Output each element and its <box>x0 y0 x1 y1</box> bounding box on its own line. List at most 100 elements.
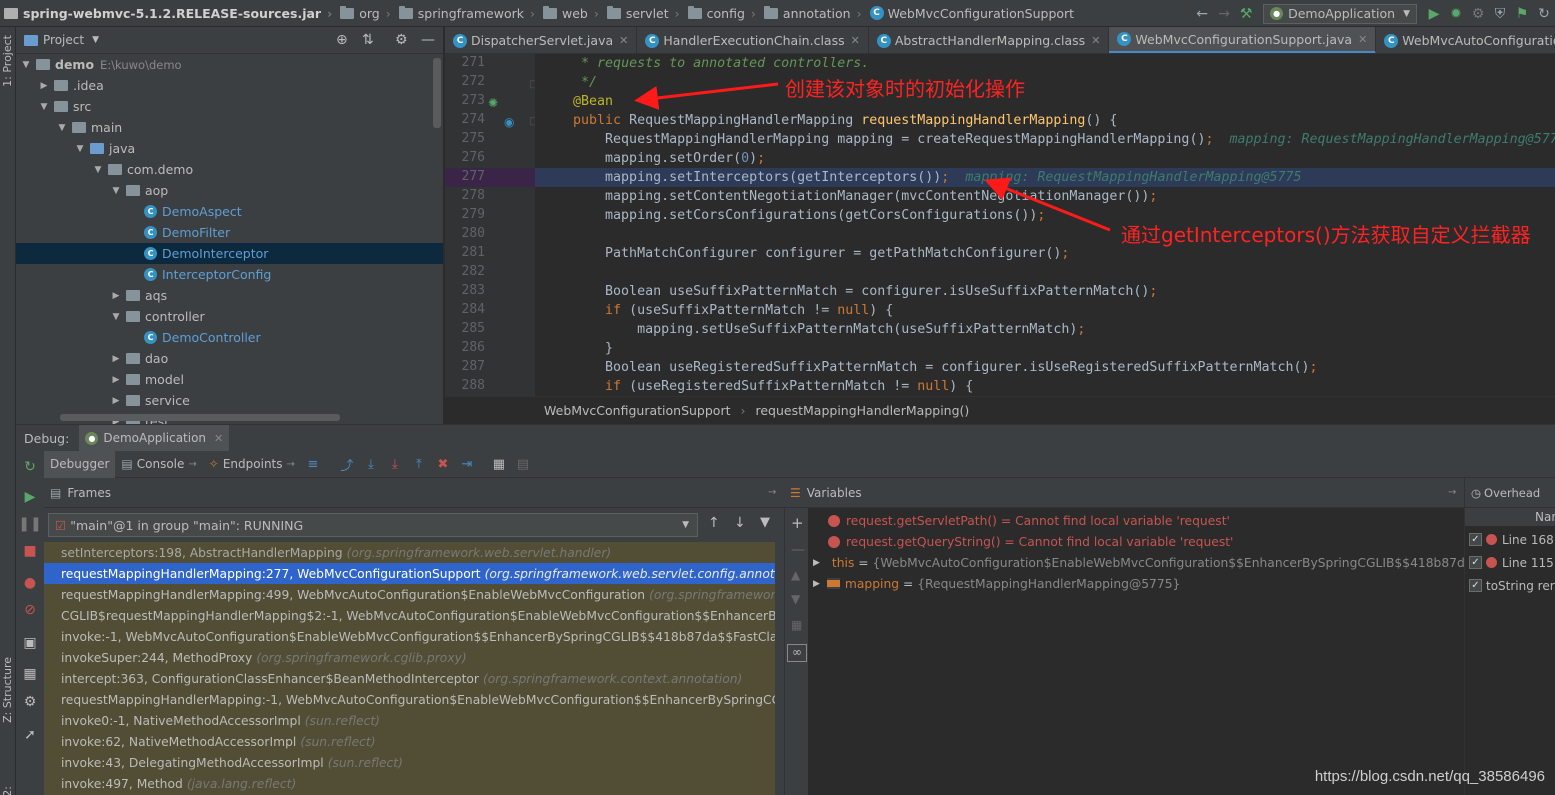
thread-select[interactable]: ☑ "main"@1 in group "main": RUNNING ▼ <box>48 513 698 537</box>
variable-row[interactable]: ▶ mapping = {RequestMappingHandlerMapping… <box>808 573 1464 594</box>
close-icon[interactable]: ✕ <box>619 34 628 47</box>
frame-item[interactable]: invoke:62, NativeMethodAccessorImpl (sun.… <box>44 731 784 752</box>
target-icon[interactable]: ⊕ <box>336 32 348 48</box>
overhead-row[interactable]: ✓ toString rer <box>1465 574 1555 597</box>
breadcrumb-item[interactable]: annotation › <box>763 5 868 21</box>
mute-breakpoints-icon[interactable]: ⊘ <box>22 602 38 618</box>
filter-icon[interactable]: ▼ <box>760 515 770 530</box>
expand-right-icon[interactable]: ▶ <box>110 291 122 301</box>
frame-item[interactable]: invoke:-1, WebMvcAutoConfiguration$Enabl… <box>44 626 784 647</box>
tree-item[interactable]: ▼ src <box>16 96 443 117</box>
forward-arrow-icon[interactable]: → <box>1213 3 1235 25</box>
frame-item[interactable]: requestMappingHandlerMapping:277, WebMvc… <box>44 563 784 584</box>
override-icon[interactable]: ◉ <box>504 115 514 129</box>
frame-item[interactable]: invoke:497, Method (java.lang.reflect) <box>44 773 784 794</box>
editor-tab[interactable]: C AbstractHandlerMapping.class ✕ <box>869 27 1110 53</box>
debug-session-tab[interactable]: ● DemoApplication ✕ <box>79 424 230 452</box>
scrollbar[interactable] <box>433 58 441 128</box>
step-into-icon[interactable]: ⤓ <box>361 454 381 474</box>
code-line[interactable]: public RequestMappingHandlerMapping requ… <box>541 111 1117 130</box>
breadcrumb-method[interactable]: requestMappingHandlerMapping() <box>756 403 970 418</box>
expand-right-icon[interactable]: ▶ <box>813 558 820 568</box>
tree-item[interactable]: C DemoInterceptor <box>16 243 443 264</box>
breadcrumb-item[interactable]: servlet › <box>606 5 686 21</box>
editor-tab[interactable]: C WebMvcConfigurationSupport.java ✕ <box>1109 27 1377 53</box>
run-icon[interactable]: ▶ <box>1423 3 1445 25</box>
expand-down-icon[interactable]: ▼ <box>92 165 104 175</box>
code-line[interactable]: mapping.setCorsConfigurations(getCorsCon… <box>541 206 1045 225</box>
stop-icon[interactable]: ■ <box>22 543 38 559</box>
code-line[interactable]: mapping.setOrder(0); <box>541 149 765 168</box>
editor-tab[interactable]: CWebMvcAutoConfiguration.class✕ <box>1376 27 1555 53</box>
breadcrumb-class[interactable]: WebMvcConfigurationSupport <box>544 403 731 418</box>
down-arrow-icon[interactable]: ↓ <box>734 515 746 531</box>
frame-item[interactable]: requestMappingHandlerMapping:-1, WebMvcA… <box>44 689 784 710</box>
close-icon[interactable]: ✕ <box>1091 34 1100 47</box>
collapse-icon[interactable]: ⇅ <box>362 32 374 48</box>
code-line[interactable]: if (useRegisteredSuffixPatternMatch != n… <box>541 377 973 396</box>
step-out-icon[interactable]: ⤒ <box>409 454 429 474</box>
pause-icon[interactable]: ❚❚ <box>18 516 41 532</box>
editor-tab[interactable]: C HandlerExecutionChain.class ✕ <box>637 27 869 53</box>
overhead-row[interactable]: ✓ Line 115 <box>1465 551 1555 574</box>
tree-item[interactable]: C InterceptorConfig <box>16 264 443 285</box>
tree-item[interactable]: ▼ main <box>16 117 443 138</box>
scrollbar[interactable] <box>775 542 784 795</box>
breadcrumb-item[interactable]: C WebMvcConfigurationSupport <box>869 6 1074 21</box>
breadcrumb-item[interactable]: org › <box>340 5 397 21</box>
camera-icon[interactable]: ▣ <box>22 635 38 651</box>
remove-watch-icon[interactable]: — <box>791 542 805 558</box>
code-line[interactable]: mapping.setInterceptors(getInterceptors(… <box>541 168 1302 187</box>
overhead-row[interactable]: ✓ Line 168 <box>1465 528 1555 551</box>
tree-item[interactable]: ▶ .idea <box>16 75 443 96</box>
build-hammer-icon[interactable]: ⚒ <box>1235 3 1257 25</box>
copy-icon[interactable]: ▦ <box>791 618 802 632</box>
show-execution-point-icon[interactable]: ≡ <box>303 454 323 474</box>
move-up-icon[interactable]: ▲ <box>791 568 800 582</box>
project-tool-tab[interactable]: 1: Project <box>1 35 14 87</box>
variable-row[interactable]: request.getQueryString() = Cannot find l… <box>808 531 1464 552</box>
tree-item[interactable]: ▼ demo E:\kuwo\demo <box>16 54 443 75</box>
code-line[interactable]: mapping.setContentNegotiationManager(mvc… <box>541 187 1157 206</box>
drop-frame-icon[interactable]: ✖ <box>433 454 453 474</box>
scrollbar[interactable] <box>60 414 340 421</box>
frame-item[interactable]: setInterceptors:198, AbstractHandlerMapp… <box>44 542 784 563</box>
variable-row[interactable]: request.getServletPath() = Cannot find l… <box>808 510 1464 531</box>
overhead-column-header[interactable]: Nar <box>1465 508 1555 526</box>
step-over-icon[interactable]: ⤴ <box>337 454 357 474</box>
expand-right-icon[interactable]: ▶ <box>110 354 122 364</box>
code-line[interactable]: @Bean <box>541 92 613 111</box>
debug-bug-icon[interactable]: ✹ <box>1445 3 1467 25</box>
editor-tab[interactable]: C DispatcherServlet.java ✕ <box>445 27 638 53</box>
close-icon[interactable]: ✕ <box>214 432 223 445</box>
force-step-into-icon[interactable]: ⤓ <box>385 454 405 474</box>
code-line[interactable]: */ <box>541 73 597 92</box>
frame-item[interactable]: requestMappingHandlerMapping:499, WebMvc… <box>44 584 784 605</box>
expand-down-icon[interactable]: ▼ <box>56 123 68 133</box>
breadcrumb-item[interactable]: springframework › <box>398 5 541 21</box>
bean-icon[interactable]: ✺ <box>488 96 498 110</box>
gear-icon[interactable]: ⚙ <box>22 694 38 710</box>
code-line[interactable]: * requests to annotated controllers. <box>541 54 869 73</box>
code-line[interactable]: PathMatchConfigurer configurer = getPath… <box>541 244 1069 263</box>
frame-item[interactable]: invoke0:-1, NativeMethodAccessorImpl (sun… <box>44 710 784 731</box>
back-arrow-icon[interactable]: ← <box>1191 3 1213 25</box>
code-line[interactable]: RequestMappingHandlerMapping mapping = c… <box>541 130 1555 149</box>
tree-item[interactable]: ▶ service <box>16 390 443 411</box>
move-down-icon[interactable]: ▼ <box>791 592 800 606</box>
evaluate-expression-icon[interactable]: ▦ <box>489 454 509 474</box>
profile-icon[interactable]: ⚙ <box>1467 3 1489 25</box>
layout-icon[interactable]: ▦ <box>22 666 38 682</box>
close-icon[interactable]: ✕ <box>851 34 860 47</box>
expand-down-icon[interactable]: ▼ <box>110 186 122 196</box>
tree-item[interactable]: ▼ java <box>16 138 443 159</box>
code-line[interactable]: Boolean useRegisteredSuffixPatternMatch … <box>541 358 1318 377</box>
resume-icon[interactable]: ▶ <box>22 489 38 505</box>
expand-down-icon[interactable]: ▼ <box>74 144 86 154</box>
frame-item[interactable]: CGLIB$requestMappingHandlerMapping$2:-1,… <box>44 605 784 626</box>
code-line[interactable]: Boolean useSuffixPatternMatch = configur… <box>541 282 1157 301</box>
view-breakpoints-icon[interactable]: ● <box>22 575 38 591</box>
run-configuration-select[interactable]: ● DemoApplication ▼ <box>1263 3 1417 24</box>
tree-item[interactable]: C DemoAspect <box>16 201 443 222</box>
minimize-icon[interactable]: — <box>421 32 435 48</box>
